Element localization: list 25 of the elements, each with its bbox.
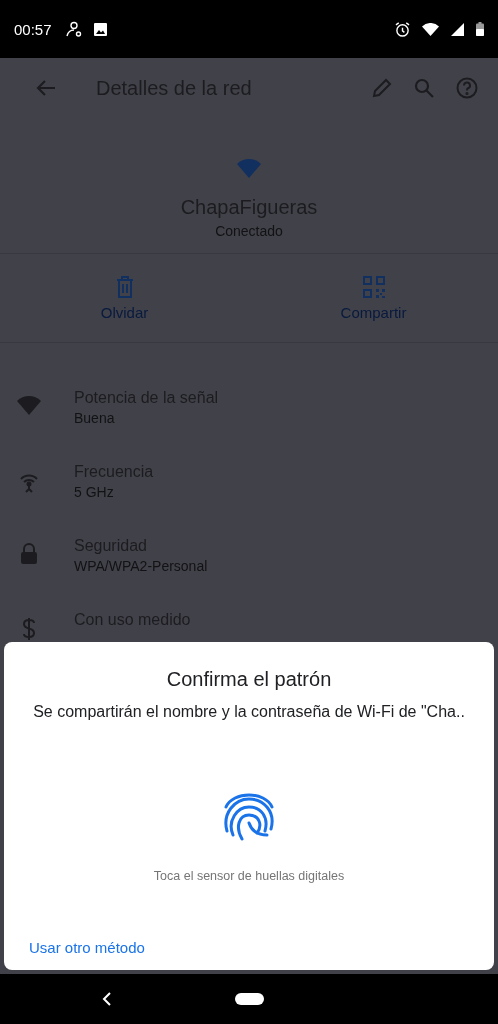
lock-icon bbox=[20, 543, 38, 565]
home-pill[interactable] bbox=[235, 993, 264, 1005]
wifi-icon bbox=[422, 22, 439, 36]
pencil-icon bbox=[372, 78, 392, 98]
back-chevron-icon bbox=[102, 992, 112, 1006]
dialog-title: Confirma el patrón bbox=[166, 668, 332, 691]
image-icon bbox=[93, 22, 107, 36]
qr-code-icon bbox=[362, 275, 385, 298]
help-icon bbox=[456, 77, 478, 99]
status-time: 00:57 bbox=[14, 20, 52, 38]
dialog-message: Se compartirán el nombre y la contraseña de Wi-Fi de "Cha.. bbox=[33, 703, 465, 721]
trash-icon bbox=[115, 275, 134, 298]
wifi-icon bbox=[16, 395, 42, 415]
forget-button[interactable]: Olvidar bbox=[0, 254, 249, 342]
cellular-signal-icon bbox=[451, 22, 464, 36]
fingerprint-hint: Toca el sensor de huellas digitales bbox=[153, 869, 345, 883]
wifi-icon bbox=[236, 158, 262, 178]
alarm-icon bbox=[395, 21, 410, 37]
person-icon bbox=[65, 21, 82, 37]
share-button[interactable]: Compartir bbox=[249, 254, 498, 342]
dollar-icon bbox=[21, 617, 37, 641]
search-icon bbox=[414, 78, 434, 98]
back-arrow-icon bbox=[36, 78, 56, 98]
battery-icon bbox=[476, 22, 484, 36]
use-other-method-link[interactable]: Usar otro método bbox=[29, 939, 145, 956]
